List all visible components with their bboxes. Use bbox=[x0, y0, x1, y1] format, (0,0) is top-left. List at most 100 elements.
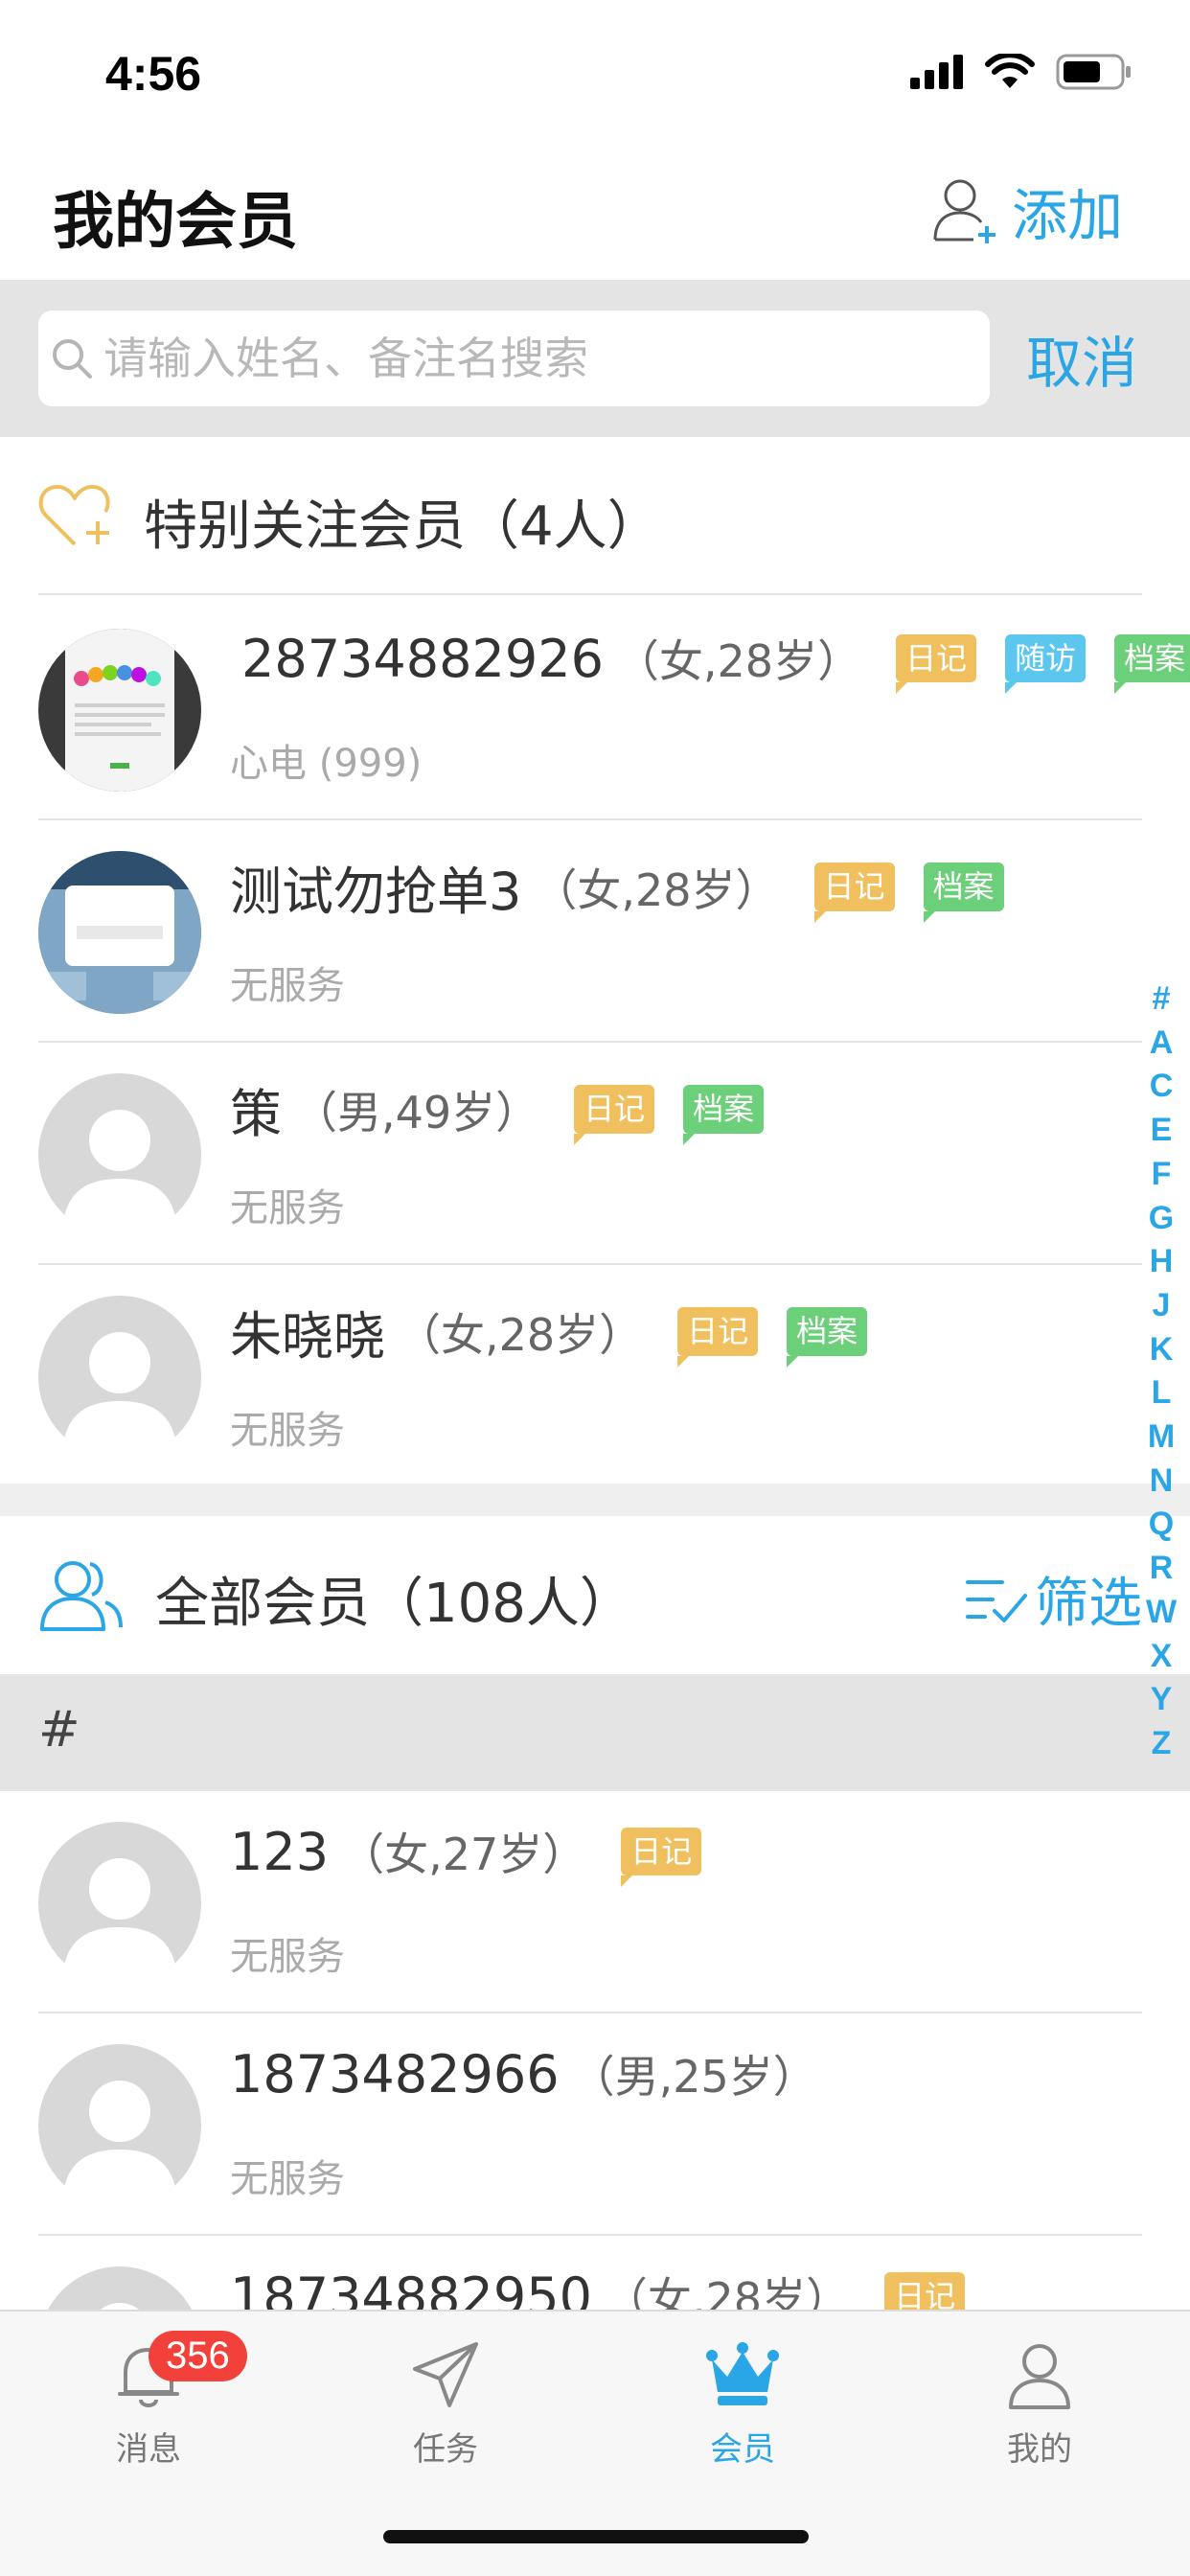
tab-profile[interactable]: 我的 bbox=[944, 2338, 1135, 2470]
member-row[interactable]: 28734882926 （女,28岁） 日记 随访 档案 心电 (999) bbox=[38, 598, 1190, 820]
tab-messages[interactable]: 356 消息 bbox=[53, 2331, 247, 2470]
member-name-line: 朱晓晓 （女,28岁） 日记 档案 bbox=[230, 1294, 868, 1369]
index-letter[interactable]: X bbox=[1151, 1635, 1173, 1679]
file-tag: 档案 bbox=[923, 862, 1004, 924]
avatar bbox=[38, 629, 201, 792]
member-info: （女,28岁） bbox=[397, 1308, 644, 1361]
alphabet-index[interactable]: # A C E F G H J K L M N Q R W X Y Z bbox=[1144, 978, 1179, 1766]
all-members-header: 全部会员（108人） 筛选 bbox=[0, 1516, 1190, 1674]
letter-divider: # bbox=[0, 1674, 1190, 1791]
add-member-button[interactable]: 添加 bbox=[931, 171, 1123, 251]
file-tag: 档案 bbox=[683, 1085, 765, 1146]
user-icon bbox=[1009, 2344, 1070, 2409]
home-indicator bbox=[383, 2530, 809, 2543]
tab-members[interactable]: 会员 bbox=[647, 2338, 838, 2470]
diary-tag: 日记 bbox=[677, 1307, 759, 1368]
avatar-photo bbox=[38, 851, 201, 1014]
add-user-icon bbox=[933, 179, 995, 243]
index-letter[interactable]: Z bbox=[1152, 1722, 1172, 1766]
index-letter[interactable]: L bbox=[1152, 1371, 1172, 1415]
search-icon bbox=[53, 339, 92, 379]
section-gap bbox=[0, 1484, 1190, 1516]
index-letter[interactable]: F bbox=[1152, 1153, 1172, 1197]
search-bar: 取消 bbox=[0, 280, 1190, 437]
member-service: 无服务 bbox=[230, 1186, 345, 1230]
tab-tasks[interactable]: 任务 bbox=[350, 2338, 541, 2470]
page-title: 我的会员 bbox=[53, 187, 298, 258]
member-row[interactable]: 朱晓晓 （女,28岁） 日记 档案 无服务 bbox=[38, 1265, 1142, 1484]
status-time: 4:56 bbox=[105, 47, 202, 101]
index-letter[interactable]: Y bbox=[1151, 1678, 1173, 1722]
diary-tag: 日记 bbox=[621, 1827, 702, 1888]
avatar-photo bbox=[65, 629, 174, 792]
member-name-line: 测试勿抢单3 （女,28岁） 日记 档案 bbox=[230, 849, 1004, 925]
index-letter[interactable]: E bbox=[1151, 1109, 1173, 1153]
letter-heading: # bbox=[38, 1701, 80, 1759]
member-service: 无服务 bbox=[230, 1409, 345, 1453]
header: 我的会员 添加 bbox=[0, 144, 1190, 280]
paper-plane-icon bbox=[413, 2342, 478, 2407]
member-name-line: 28734882926 （女,28岁） 日记 随访 档案 bbox=[241, 627, 1190, 695]
search-box[interactable] bbox=[38, 310, 990, 406]
wifi-icon bbox=[985, 54, 1035, 88]
cellular-signal-icon bbox=[910, 55, 963, 89]
heart-plus-icon bbox=[38, 485, 110, 546]
default-avatar-icon bbox=[38, 1822, 201, 1985]
member-name-line: 123 （女,27岁） 日记 bbox=[230, 1820, 702, 1888]
member-name-line: 1873482966 （男,25岁） bbox=[230, 2042, 817, 2105]
index-letter[interactable]: W bbox=[1146, 1591, 1177, 1635]
filter-button[interactable]: 筛选 bbox=[964, 1560, 1142, 1638]
default-avatar-icon bbox=[38, 1073, 201, 1236]
member-name: 28734882926 bbox=[241, 628, 604, 689]
index-letter[interactable]: J bbox=[1153, 1284, 1171, 1328]
search-input[interactable] bbox=[103, 333, 966, 384]
tab-label: 任务 bbox=[413, 2430, 478, 2469]
tab-label: 消息 bbox=[116, 2430, 181, 2469]
member-service: 无服务 bbox=[230, 2157, 345, 2201]
index-letter[interactable]: G bbox=[1149, 1197, 1174, 1241]
default-avatar-icon bbox=[38, 2044, 201, 2207]
member-row[interactable]: 测试勿抢单3 （女,28岁） 日记 档案 无服务 bbox=[38, 820, 1142, 1043]
message-count-badge: 356 bbox=[149, 2331, 247, 2381]
index-letter[interactable]: M bbox=[1148, 1415, 1175, 1460]
diary-tag: 日记 bbox=[813, 862, 895, 924]
index-letter[interactable]: A bbox=[1150, 1022, 1174, 1066]
diary-tag: 日记 bbox=[896, 633, 977, 695]
member-info: （女,28岁） bbox=[614, 635, 862, 687]
status-icons bbox=[910, 54, 1133, 90]
member-service: 无服务 bbox=[230, 964, 345, 1008]
filter-list-icon bbox=[966, 1579, 1027, 1622]
member-info: （女,27岁） bbox=[340, 1828, 587, 1880]
index-letter[interactable]: K bbox=[1150, 1328, 1174, 1372]
member-info: （女,28岁） bbox=[533, 863, 780, 916]
member-name: 1873482966 bbox=[230, 2043, 560, 2104]
cancel-button[interactable]: 取消 bbox=[1026, 318, 1137, 399]
index-letter[interactable]: C bbox=[1150, 1065, 1174, 1109]
avatar bbox=[38, 851, 201, 1014]
tab-label: 会员 bbox=[710, 2430, 775, 2469]
favorites-header: 特别关注会员（4人） bbox=[38, 437, 1142, 595]
member-row[interactable]: 123 （女,27岁） 日记 无服务 bbox=[38, 1791, 1142, 2013]
battery-icon bbox=[1056, 54, 1131, 90]
member-row[interactable]: 1873482966 （男,25岁） 无服务 bbox=[38, 2013, 1142, 2236]
index-letter[interactable]: R bbox=[1150, 1547, 1174, 1591]
all-members-title: 全部会员（108人） bbox=[155, 1573, 633, 1635]
index-letter[interactable]: Q bbox=[1149, 1503, 1174, 1547]
diary-tag: 日记 bbox=[574, 1085, 655, 1146]
status-bar: 4:56 bbox=[0, 0, 1190, 144]
index-letter[interactable]: # bbox=[1153, 978, 1171, 1022]
member-name: 123 bbox=[230, 1821, 330, 1882]
member-row[interactable]: 策 （男,49岁） 日记 档案 无服务 bbox=[38, 1043, 1142, 1265]
visit-tag: 随访 bbox=[1005, 633, 1087, 695]
index-letter[interactable]: N bbox=[1150, 1460, 1174, 1504]
file-tag: 档案 bbox=[1114, 633, 1190, 695]
member-service: 无服务 bbox=[230, 1935, 345, 1979]
users-icon bbox=[40, 1561, 123, 1631]
member-service: 心电 (999) bbox=[230, 742, 423, 786]
member-name-line: 策 （男,49岁） 日记 档案 bbox=[230, 1071, 765, 1147]
favorites-title: 特别关注会员（4人） bbox=[144, 495, 661, 558]
file-tag: 档案 bbox=[787, 1307, 868, 1368]
add-label: 添加 bbox=[1011, 183, 1123, 248]
index-letter[interactable]: H bbox=[1150, 1240, 1174, 1284]
member-name: 策 bbox=[230, 1084, 282, 1144]
